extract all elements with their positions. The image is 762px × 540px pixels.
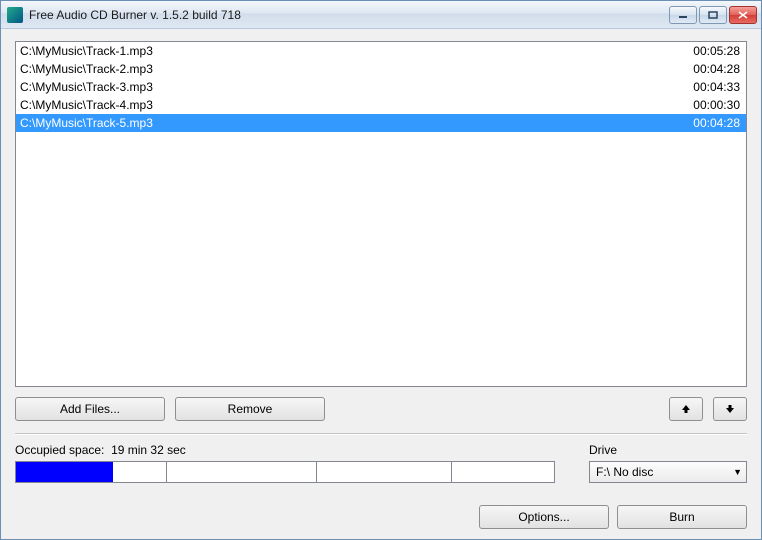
drive-select-value: F:\ No disc: [596, 465, 733, 479]
divider: [15, 433, 747, 435]
move-up-button[interactable]: [669, 397, 703, 421]
status-row: Occupied space: 19 min 32 sec Drive F:\ …: [15, 443, 747, 483]
options-button[interactable]: Options...: [479, 505, 609, 529]
drive-label: Drive: [589, 443, 747, 457]
app-icon: [7, 7, 23, 23]
window-title: Free Audio CD Burner v. 1.5.2 build 718: [29, 8, 669, 22]
occupied-label-text: Occupied space:: [15, 443, 104, 457]
remove-button[interactable]: Remove: [175, 397, 325, 421]
arrow-down-icon: [725, 404, 735, 414]
track-path: C:\MyMusic\Track-3.mp3: [20, 79, 670, 95]
close-button[interactable]: [729, 6, 757, 24]
burn-button[interactable]: Burn: [617, 505, 747, 529]
occupied-value-text: 19 min 32 sec: [111, 443, 186, 457]
track-duration: 00:04:28: [670, 61, 740, 77]
track-path: C:\MyMusic\Track-4.mp3: [20, 97, 670, 113]
track-duration: 00:04:28: [670, 115, 740, 131]
track-row[interactable]: C:\MyMusic\Track-5.mp300:04:28: [16, 114, 746, 132]
disc-space-meter: [15, 461, 555, 483]
chevron-down-icon: ▼: [733, 467, 742, 477]
track-list[interactable]: C:\MyMusic\Track-1.mp300:05:28C:\MyMusic…: [15, 41, 747, 387]
track-row[interactable]: C:\MyMusic\Track-3.mp300:04:33: [16, 78, 746, 96]
client-area: C:\MyMusic\Track-1.mp300:05:28C:\MyMusic…: [1, 29, 761, 539]
occupied-space-label: Occupied space: 19 min 32 sec: [15, 443, 569, 457]
track-duration: 00:00:30: [670, 97, 740, 113]
bottom-button-row: Options... Burn: [15, 505, 747, 529]
progress-segment: [452, 462, 554, 482]
arrow-up-icon: [681, 404, 691, 414]
track-path: C:\MyMusic\Track-5.mp3: [20, 115, 670, 131]
track-duration: 00:05:28: [670, 43, 740, 59]
titlebar[interactable]: Free Audio CD Burner v. 1.5.2 build 718: [1, 1, 761, 29]
progress-segment: [317, 462, 452, 482]
progress-fill: [16, 462, 113, 482]
app-window: Free Audio CD Burner v. 1.5.2 build 718 …: [0, 0, 762, 540]
track-row[interactable]: C:\MyMusic\Track-1.mp300:05:28: [16, 42, 746, 60]
drive-select[interactable]: F:\ No disc ▼: [589, 461, 747, 483]
window-controls: [669, 6, 757, 24]
maximize-button[interactable]: [699, 6, 727, 24]
move-down-button[interactable]: [713, 397, 747, 421]
add-files-button[interactable]: Add Files...: [15, 397, 165, 421]
track-row[interactable]: C:\MyMusic\Track-2.mp300:04:28: [16, 60, 746, 78]
list-button-row: Add Files... Remove: [15, 397, 747, 421]
track-path: C:\MyMusic\Track-1.mp3: [20, 43, 670, 59]
track-duration: 00:04:33: [670, 79, 740, 95]
track-row[interactable]: C:\MyMusic\Track-4.mp300:00:30: [16, 96, 746, 114]
track-path: C:\MyMusic\Track-2.mp3: [20, 61, 670, 77]
progress-segment: [167, 462, 318, 482]
minimize-button[interactable]: [669, 6, 697, 24]
